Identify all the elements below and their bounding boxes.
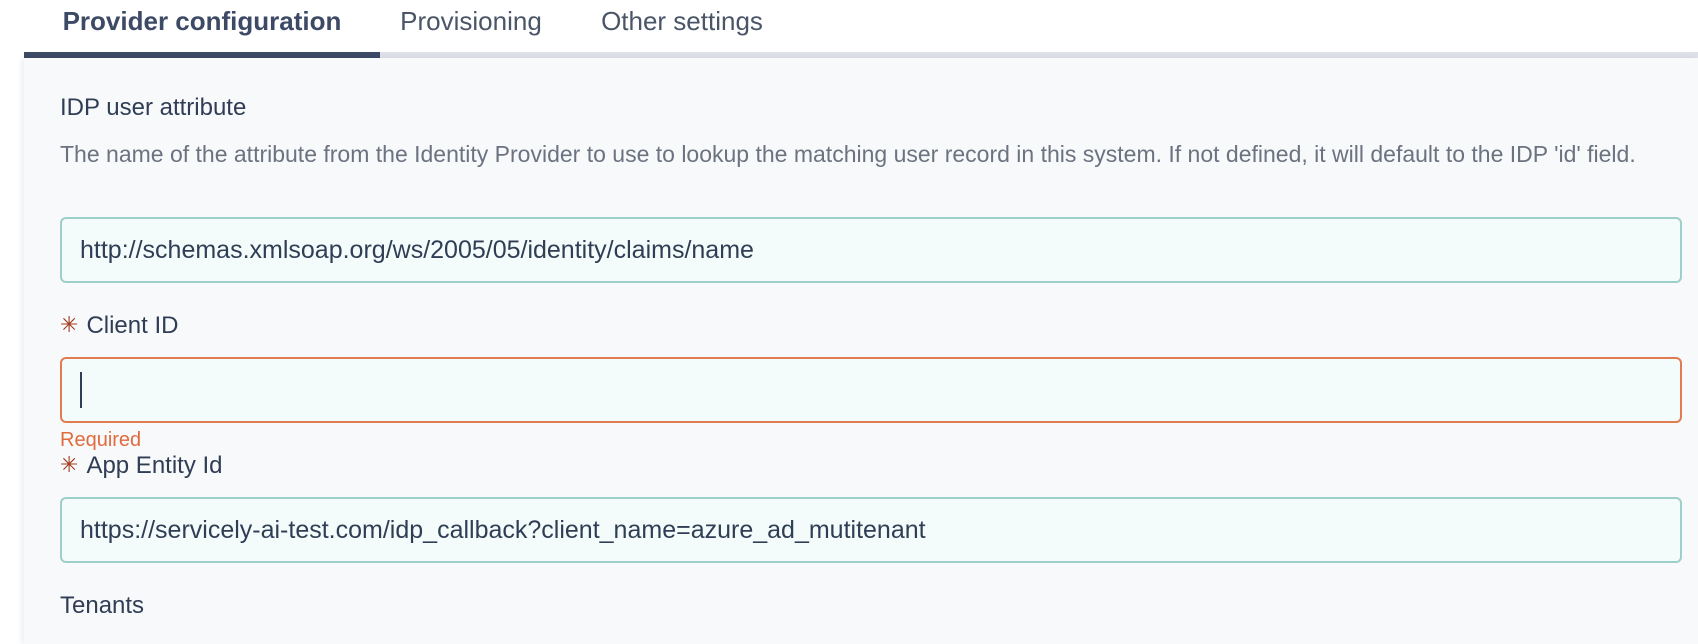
app-entity-id-label: ✳ App Entity Id <box>60 452 223 480</box>
tab-provisioning[interactable]: Provisioning <box>380 0 562 52</box>
required-asterisk-icon: ✳ <box>60 313 79 338</box>
tenants-label-text: Tenants <box>60 592 145 619</box>
app-entity-id-field[interactable] <box>60 497 1682 563</box>
sso-provider-settings: Provider configuration Provisioning Othe… <box>0 0 1698 644</box>
tenants-label: Tenants <box>60 592 144 620</box>
idp-user-attribute-help: The name of the attribute from the Ident… <box>60 141 1636 167</box>
idp-user-attribute-label-text: IDP user attribute <box>60 94 247 121</box>
client-id-input[interactable] <box>84 375 1680 405</box>
idp-user-attribute-field[interactable] <box>60 217 1682 283</box>
text-cursor <box>80 372 82 408</box>
tab-provider-configuration[interactable]: Provider configuration <box>24 0 380 52</box>
client-id-label-text: Client ID <box>86 312 179 339</box>
client-id-field[interactable] <box>60 357 1682 423</box>
settings-tabs: Provider configuration Provisioning Othe… <box>24 0 1698 58</box>
app-entity-id-input[interactable] <box>80 515 1680 545</box>
client-id-label: ✳ Client ID <box>60 312 178 340</box>
required-asterisk-icon: ✳ <box>60 453 79 478</box>
idp-user-attribute-input[interactable] <box>80 235 1680 265</box>
tab-other-settings[interactable]: Other settings <box>562 0 802 52</box>
idp-user-attribute-label: IDP user attribute <box>60 94 246 122</box>
client-id-error: Required <box>60 429 142 451</box>
app-entity-id-label-text: App Entity Id <box>86 452 223 479</box>
